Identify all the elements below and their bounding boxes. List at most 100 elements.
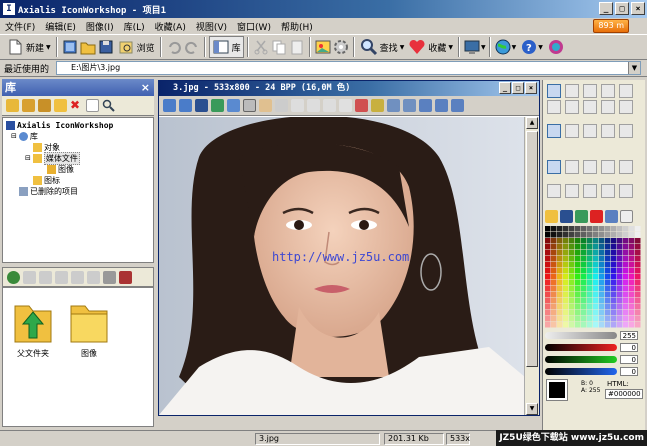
palette-swatch[interactable] xyxy=(587,238,593,244)
palette-swatch[interactable] xyxy=(593,256,599,262)
palette-swatch[interactable] xyxy=(605,232,611,238)
palette-swatch[interactable] xyxy=(593,244,599,250)
palette-swatch[interactable] xyxy=(605,322,611,328)
palette-swatch[interactable] xyxy=(605,256,611,262)
palette-swatch[interactable] xyxy=(635,298,641,304)
undo-icon[interactable] xyxy=(165,38,183,56)
palette-swatch[interactable] xyxy=(611,268,617,274)
blue-value[interactable]: 0 xyxy=(620,367,638,376)
palette-swatch[interactable] xyxy=(599,274,605,280)
palette-swatch[interactable] xyxy=(599,238,605,244)
palette-swatch[interactable] xyxy=(617,226,623,232)
palette-swatch[interactable] xyxy=(569,238,575,244)
palette-swatch[interactable] xyxy=(587,262,593,268)
palette-swatch[interactable] xyxy=(569,274,575,280)
line-tool-icon[interactable] xyxy=(547,100,561,114)
palette-swatch[interactable] xyxy=(575,298,581,304)
import-icon[interactable] xyxy=(54,99,67,112)
delete-icon[interactable]: ✖ xyxy=(70,99,83,112)
palette-swatch[interactable] xyxy=(557,310,563,316)
new-button[interactable]: 新建 ▼ xyxy=(4,36,53,58)
zoom-in-icon[interactable] xyxy=(387,99,400,112)
library-toggle-button[interactable]: 库 xyxy=(208,36,244,58)
cut-icon[interactable] xyxy=(252,38,270,56)
menu-favorites[interactable]: 收藏(A) xyxy=(150,20,191,33)
menu-file[interactable]: 文件(F) xyxy=(0,20,40,33)
palette-swatch[interactable] xyxy=(605,226,611,232)
undo-doc-icon[interactable] xyxy=(291,99,304,112)
doc-save-icon[interactable] xyxy=(195,99,208,112)
palette-swatch[interactable] xyxy=(545,310,551,316)
palette-swatch[interactable] xyxy=(611,232,617,238)
palette-swatch[interactable] xyxy=(563,250,569,256)
palette-swatch[interactable] xyxy=(611,274,617,280)
doc-lib-icon[interactable] xyxy=(163,99,176,112)
effect-2-icon[interactable] xyxy=(565,160,579,174)
hand-icon[interactable] xyxy=(259,99,272,112)
palette-swatch[interactable] xyxy=(551,274,557,280)
dropper-tool-icon[interactable] xyxy=(619,184,633,198)
palette-swatch[interactable] xyxy=(635,250,641,256)
palette-swatch[interactable] xyxy=(629,310,635,316)
palette-swatch[interactable] xyxy=(569,262,575,268)
green-value[interactable]: 0 xyxy=(620,355,638,364)
palette-swatch[interactable] xyxy=(551,226,557,232)
view-icon-4[interactable] xyxy=(71,270,84,284)
palette-swatch[interactable] xyxy=(617,232,623,238)
palette-swatch[interactable] xyxy=(611,298,617,304)
palette-swatch[interactable] xyxy=(593,304,599,310)
palette-swatch[interactable] xyxy=(593,262,599,268)
green-slider[interactable] xyxy=(545,356,617,363)
palette-swatch[interactable] xyxy=(545,244,551,250)
palette-swatch[interactable] xyxy=(587,256,593,262)
red-slider[interactable] xyxy=(545,344,617,351)
palette-swatch[interactable] xyxy=(593,280,599,286)
globe-small-icon[interactable] xyxy=(7,270,20,284)
palette-swatch[interactable] xyxy=(611,310,617,316)
select-tool-icon[interactable] xyxy=(547,84,561,98)
vertical-scrollbar[interactable]: ▲ ▼ xyxy=(524,117,539,415)
palette-swatch[interactable] xyxy=(581,232,587,238)
palette-swatch[interactable] xyxy=(611,304,617,310)
blue-slider[interactable] xyxy=(545,368,617,375)
palette-swatch[interactable] xyxy=(629,298,635,304)
palette-swatch[interactable] xyxy=(617,238,623,244)
palette-swatch[interactable] xyxy=(557,226,563,232)
palette-swatch[interactable] xyxy=(599,304,605,310)
palette-swatch[interactable] xyxy=(581,262,587,268)
palette-swatch[interactable] xyxy=(581,322,587,328)
palette-swatch[interactable] xyxy=(569,232,575,238)
palette-swatch[interactable] xyxy=(599,310,605,316)
palette-swatch[interactable] xyxy=(575,232,581,238)
color-palette[interactable] xyxy=(545,226,641,406)
palette-swatch[interactable] xyxy=(617,280,623,286)
palette-swatch[interactable] xyxy=(599,322,605,328)
palette-swatch[interactable] xyxy=(551,238,557,244)
palette-swatch[interactable] xyxy=(575,286,581,292)
palette-swatch[interactable] xyxy=(623,286,629,292)
palette-swatch[interactable] xyxy=(611,316,617,322)
images-folder-item[interactable]: 图像 xyxy=(67,298,111,359)
palette-swatch[interactable] xyxy=(551,322,557,328)
palette-swatch[interactable] xyxy=(635,274,641,280)
palette-swatch[interactable] xyxy=(551,298,557,304)
palette-swatch[interactable] xyxy=(623,244,629,250)
minimize-button[interactable]: _ xyxy=(599,2,613,15)
palette-swatch[interactable] xyxy=(551,262,557,268)
open-folder-icon[interactable] xyxy=(79,38,97,56)
palette-swatch[interactable] xyxy=(563,322,569,328)
opacity-value[interactable]: 255 xyxy=(620,331,638,340)
doc-maximize-button[interactable]: □ xyxy=(512,82,524,94)
redo-doc-icon[interactable] xyxy=(307,99,320,112)
palette-swatch[interactable] xyxy=(605,262,611,268)
palette-swatch[interactable] xyxy=(557,322,563,328)
crop-icon[interactable] xyxy=(323,99,336,112)
palette-swatch[interactable] xyxy=(617,286,623,292)
palette-swatch[interactable] xyxy=(623,316,629,322)
palette-swatch[interactable] xyxy=(569,298,575,304)
palette-swatch[interactable] xyxy=(587,298,593,304)
dot-size-4-icon[interactable] xyxy=(619,124,633,138)
chevron-down-icon[interactable]: ▼ xyxy=(628,62,640,74)
palette-swatch[interactable] xyxy=(599,226,605,232)
tree-item-media[interactable]: ⊟ 媒体文件 xyxy=(25,152,80,165)
